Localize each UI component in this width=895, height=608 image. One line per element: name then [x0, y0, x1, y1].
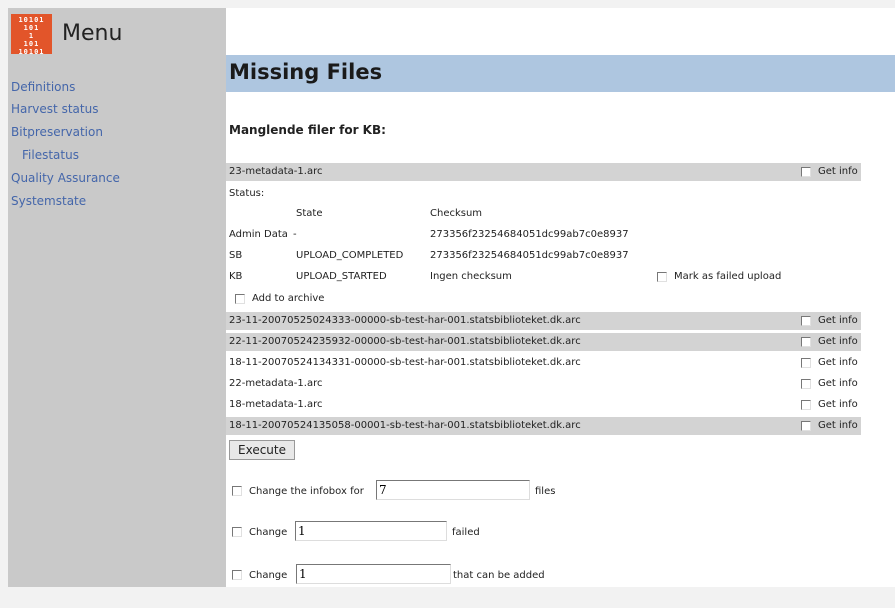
failed-count-input[interactable]	[295, 521, 447, 541]
file-row: 23-metadata-1.arc	[226, 163, 861, 181]
get-info: Get info	[798, 375, 861, 393]
sidebar-item-bitpreservation[interactable]: Bitpreservation	[11, 125, 103, 139]
sidebar-item-harvest-status[interactable]: Harvest status	[11, 102, 98, 116]
get-info-label: Get info	[818, 420, 858, 431]
get-info-checkbox[interactable]	[801, 400, 811, 410]
get-info: Get info	[798, 163, 861, 181]
status-checksum: 273356f23254684051dc99ab7c0e8937	[430, 250, 629, 261]
status-checksum: Ingen checksum	[430, 271, 512, 282]
file-row: 23-11-20070525024333-00000-sb-test-har-0…	[226, 312, 861, 330]
get-info-label: Get info	[818, 399, 858, 410]
change-failed-label: Change	[249, 527, 288, 538]
get-info-label: Get info	[818, 336, 858, 347]
file-name: 23-metadata-1.arc	[229, 166, 323, 177]
file-name: 18-metadata-1.arc	[229, 399, 323, 410]
get-info: Get info	[798, 312, 861, 330]
get-info-checkbox[interactable]	[801, 316, 811, 326]
added-count-input[interactable]	[296, 564, 451, 584]
get-info: Get info	[798, 417, 861, 435]
sidebar-item-filestatus[interactable]: Filestatus	[22, 148, 79, 162]
change-added-checkbox[interactable]	[232, 570, 242, 580]
get-info-label: Get info	[818, 315, 858, 326]
subheading: Manglende filer for KB:	[229, 123, 386, 137]
status-location: Admin Data	[229, 229, 288, 240]
get-info: Get info	[798, 396, 861, 414]
get-info-checkbox[interactable]	[801, 167, 811, 177]
change-added-label: Change	[249, 570, 288, 581]
change-failed-checkbox[interactable]	[232, 527, 242, 537]
change-infobox-suffix: files	[535, 486, 556, 497]
status-location: KB	[229, 271, 243, 282]
get-info-checkbox[interactable]	[801, 337, 811, 347]
change-added-suffix: that can be added	[453, 570, 545, 581]
page-title: Missing Files	[229, 60, 383, 84]
status-label: Status:	[229, 188, 265, 199]
status-state: -	[293, 229, 297, 240]
change-failed-suffix: failed	[452, 527, 480, 538]
file-row: 22-11-20070524235932-00000-sb-test-har-0…	[226, 333, 861, 351]
sidebar: 10101 101 1 101 10101 Menu Definitions Harve…	[8, 8, 226, 587]
get-info-checkbox[interactable]	[801, 358, 811, 368]
add-to-archive-checkbox[interactable]	[235, 294, 245, 304]
checksum-header: Checksum	[430, 208, 483, 219]
sidebar-item-quality-assurance[interactable]: Quality Assurance	[11, 171, 120, 185]
get-info-label: Get info	[818, 378, 858, 389]
file-row: 18-metadata-1.arc	[226, 396, 861, 414]
mark-failed-label: Mark as failed upload	[674, 271, 782, 282]
mark-failed-checkbox[interactable]	[657, 272, 667, 282]
logo-icon: 10101 101 1 101 10101	[11, 14, 52, 56]
file-row: 18-11-20070524135058-00001-sb-test-har-0…	[226, 417, 861, 435]
add-to-archive-label: Add to archive	[252, 293, 325, 304]
menu-title: Menu	[62, 21, 123, 46]
file-name: 18-11-20070524134331-00000-sb-test-har-0…	[229, 357, 581, 368]
sidebar-item-systemstate[interactable]: Systemstate	[11, 194, 86, 208]
file-name: 18-11-20070524135058-00001-sb-test-har-0…	[229, 420, 581, 431]
change-infobox-checkbox[interactable]	[232, 486, 242, 496]
status-state: UPLOAD_STARTED	[296, 271, 387, 282]
file-name: 22-metadata-1.arc	[229, 378, 323, 389]
get-info: Get info	[798, 354, 861, 372]
get-info-checkbox[interactable]	[801, 379, 811, 389]
sidebar-item-definitions[interactable]: Definitions	[11, 80, 75, 94]
state-header: State	[296, 208, 323, 219]
get-info: Get info	[798, 333, 861, 351]
get-info-checkbox[interactable]	[801, 421, 811, 431]
title-bar: Missing Files	[226, 55, 895, 92]
status-state: UPLOAD_COMPLETED	[296, 250, 404, 261]
get-info-label: Get info	[818, 357, 858, 368]
file-name: 22-11-20070524235932-00000-sb-test-har-0…	[229, 336, 581, 347]
main-content: Missing Files Manglende filer for KB: 23…	[226, 8, 895, 587]
change-infobox-label: Change the infobox for	[249, 486, 364, 497]
status-location: SB	[229, 250, 243, 261]
file-row: 18-11-20070524134331-00000-sb-test-har-0…	[226, 354, 861, 372]
infobox-count-input[interactable]	[376, 480, 530, 500]
execute-button[interactable]: Execute	[229, 440, 295, 460]
status-checksum: 273356f23254684051dc99ab7c0e8937	[430, 229, 629, 240]
file-row: 22-metadata-1.arc	[226, 375, 861, 393]
file-name: 23-11-20070525024333-00000-sb-test-har-0…	[229, 315, 581, 326]
get-info-label: Get info	[818, 166, 858, 177]
